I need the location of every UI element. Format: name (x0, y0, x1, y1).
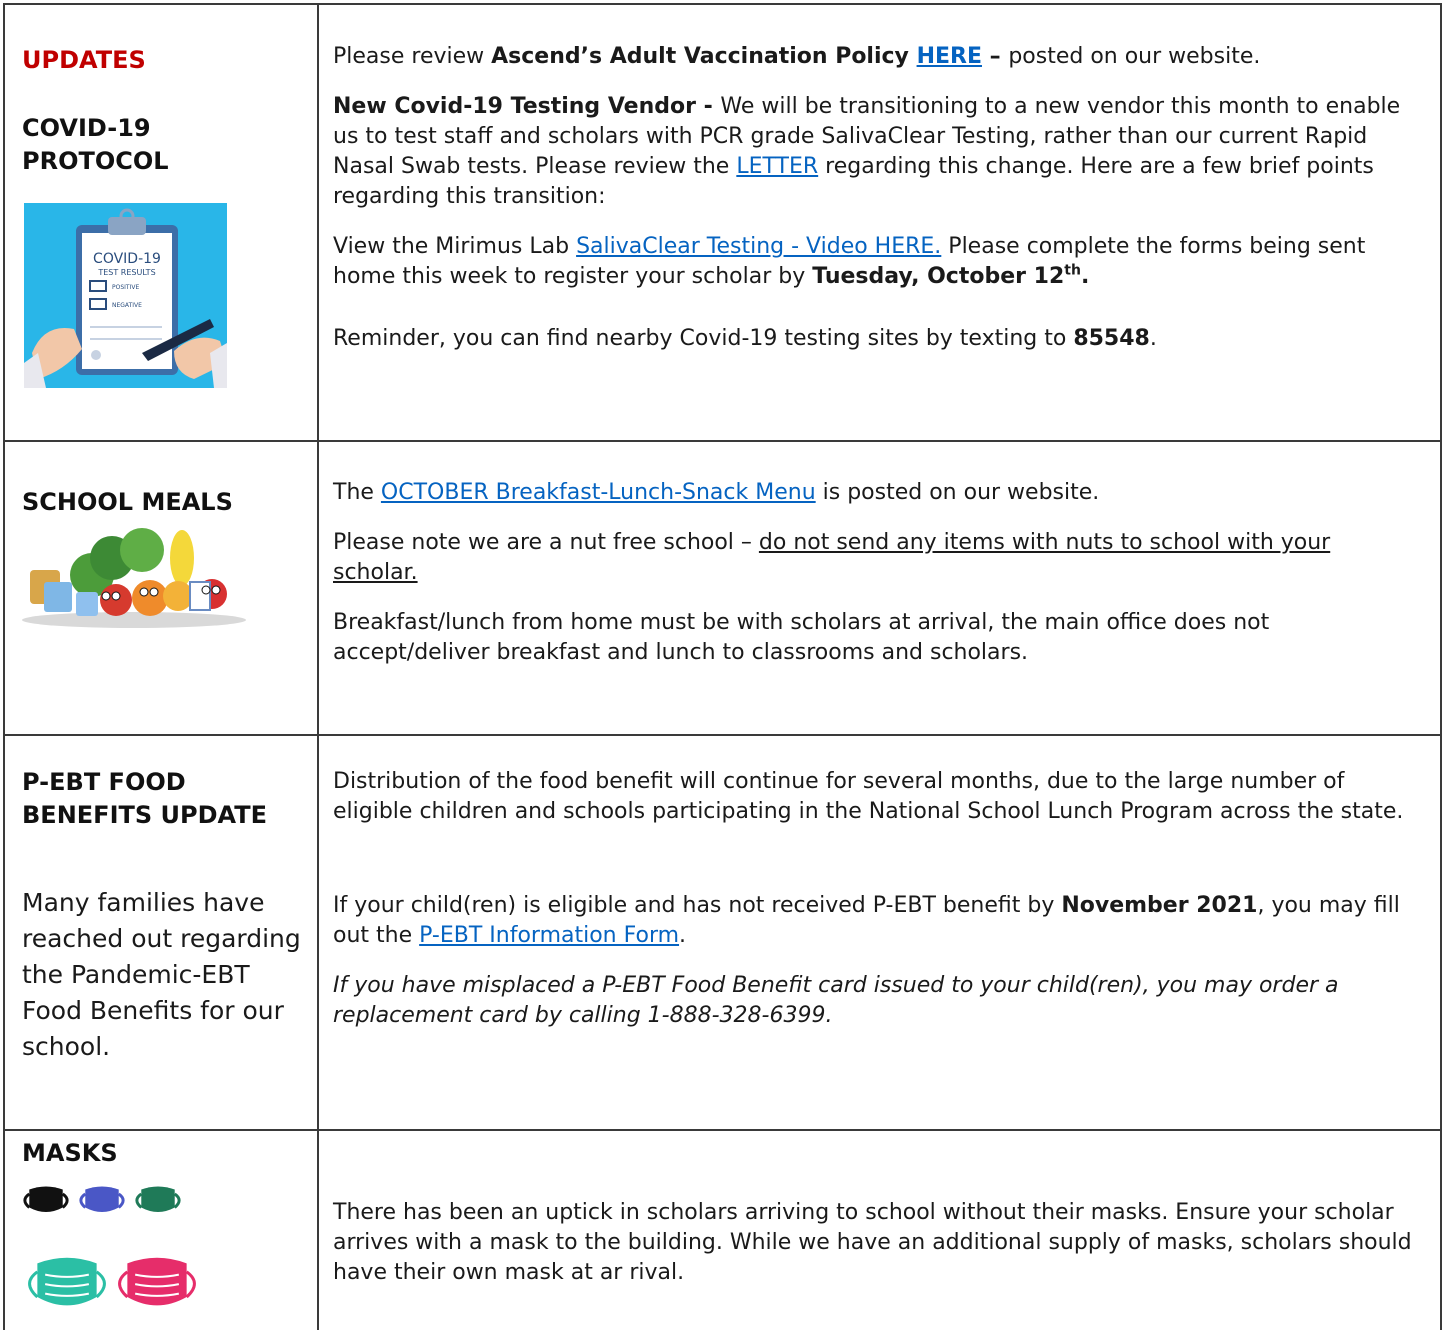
eligibility-paragraph: If your child(ren) is eligible and has n… (333, 893, 1400, 948)
testing-sites-paragraph: Reminder, you can find nearby Covid-19 t… (333, 326, 1157, 351)
vaccination-policy-paragraph: Please review Ascend’s Adult Vaccination… (333, 44, 1261, 69)
pebt-content: Distribution of the food benefit will co… (333, 767, 1413, 1031)
covid-section-header: UPDATES COVID-19 PROTOCOL (22, 44, 302, 178)
meals-content: The OCTOBER Breakfast-Lunch-Snack Menu i… (333, 478, 1413, 668)
covid-test-results-image: COVID-19 TEST RESULTS POSITIVE NEGATIVE (24, 203, 227, 388)
mask-icon (118, 1257, 196, 1306)
food-characters-icon (22, 528, 246, 628)
masks-paragraph: There has been an uptick in scholars arr… (333, 1200, 1412, 1285)
vaccination-policy-link[interactable]: HERE (917, 44, 982, 69)
row-divider-2 (3, 734, 1442, 736)
row-divider-1 (3, 440, 1442, 442)
updates-label: UPDATES (22, 46, 146, 74)
mask-icon (23, 1186, 69, 1212)
row-divider-3 (3, 1129, 1442, 1131)
letter-link[interactable]: LETTER (736, 154, 818, 179)
saliva-video-link[interactable]: SalivaClear Testing - Video HERE. (576, 234, 941, 259)
pebt-section-header: P-EBT FOOD BENEFITS UPDATE Many families… (22, 766, 302, 1065)
pebt-title: P-EBT FOOD BENEFITS UPDATE (22, 768, 267, 829)
meals-title: SCHOOL MEALS (22, 488, 233, 516)
image-option-1: POSITIVE (112, 284, 139, 291)
meals-section-header: SCHOOL MEALS (22, 486, 302, 519)
masks-icon (23, 1186, 196, 1306)
menu-paragraph: The OCTOBER Breakfast-Lunch-Snack Menu i… (333, 480, 1100, 505)
masks-image (22, 1175, 242, 1325)
covid-content: Please review Ascend’s Adult Vaccination… (333, 42, 1413, 354)
clipboard-icon: COVID-19 TEST RESULTS POSITIVE NEGATIVE (24, 208, 227, 388)
testing-vendor-paragraph: New Covid-19 Testing Vendor - We will be… (333, 94, 1401, 209)
image-subheading: TEST RESULTS (97, 268, 155, 277)
image-heading: COVID-19 (93, 251, 161, 267)
distribution-paragraph: Distribution of the food benefit will co… (333, 769, 1404, 824)
pebt-form-link[interactable]: P-EBT Information Form (419, 923, 679, 948)
replacement-card-paragraph: If you have misplaced a P-EBT Food Benef… (333, 973, 1339, 1028)
food-characters-image (14, 520, 250, 630)
document-table: UPDATES COVID-19 PROTOCOL COVID-19 TEST … (0, 0, 1449, 1330)
masks-section-header: MASKS (22, 1137, 302, 1170)
nut-free-paragraph: Please note we are a nut free school – d… (333, 530, 1331, 585)
mask-icon (135, 1186, 181, 1212)
table-border-top (3, 3, 1442, 5)
image-option-2: NEGATIVE (112, 302, 142, 309)
masks-content: There has been an uptick in scholars arr… (333, 1198, 1413, 1288)
pebt-left-text: Many families have reached out regarding… (22, 888, 301, 1061)
breakfast-lunch-paragraph: Breakfast/lunch from home must be with s… (333, 610, 1270, 665)
covid-title: COVID-19 PROTOCOL (22, 114, 169, 175)
mask-icon (79, 1186, 125, 1212)
october-menu-link[interactable]: OCTOBER Breakfast-Lunch-Snack Menu (381, 480, 816, 505)
saliva-video-paragraph: View the Mirimus Lab SalivaClear Testing… (333, 234, 1366, 289)
mask-icon (28, 1257, 106, 1306)
masks-title: MASKS (22, 1139, 118, 1167)
